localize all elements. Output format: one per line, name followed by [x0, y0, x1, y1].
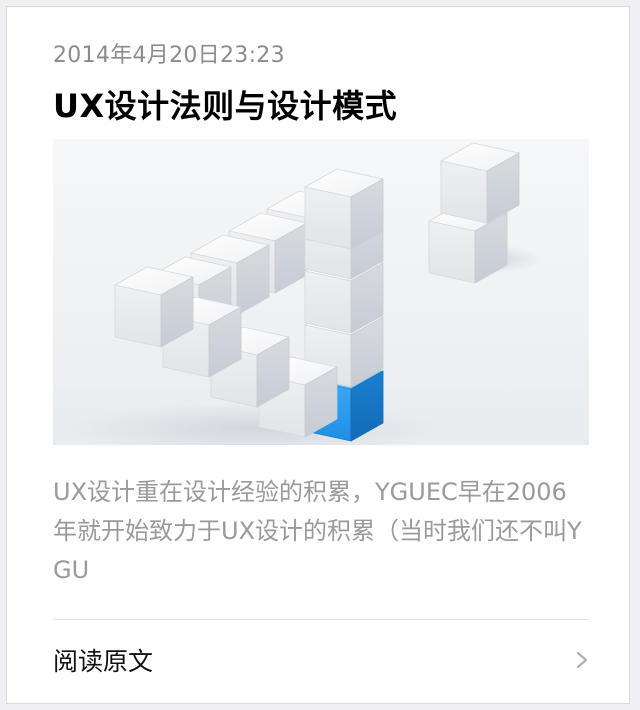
- article-cover-image[interactable]: [53, 139, 589, 445]
- read-original-link[interactable]: 阅读原文: [53, 623, 589, 697]
- article-card[interactable]: 2014年4月20日23:23 UX设计法则与设计模式 UX设计重在设计经验的积…: [6, 6, 630, 704]
- divider: [53, 619, 589, 620]
- cube-illustration: [63, 142, 543, 445]
- read-original-label: 阅读原文: [53, 647, 154, 676]
- article-date: 2014年4月20日23:23: [53, 43, 285, 68]
- article-digest: UX设计重在设计经验的积累，YGUEC早在2006年就开始致力于UX设计的积累（…: [53, 478, 582, 584]
- article-title[interactable]: UX设计法则与设计模式: [53, 81, 397, 127]
- chevron-right-icon: [576, 651, 588, 669]
